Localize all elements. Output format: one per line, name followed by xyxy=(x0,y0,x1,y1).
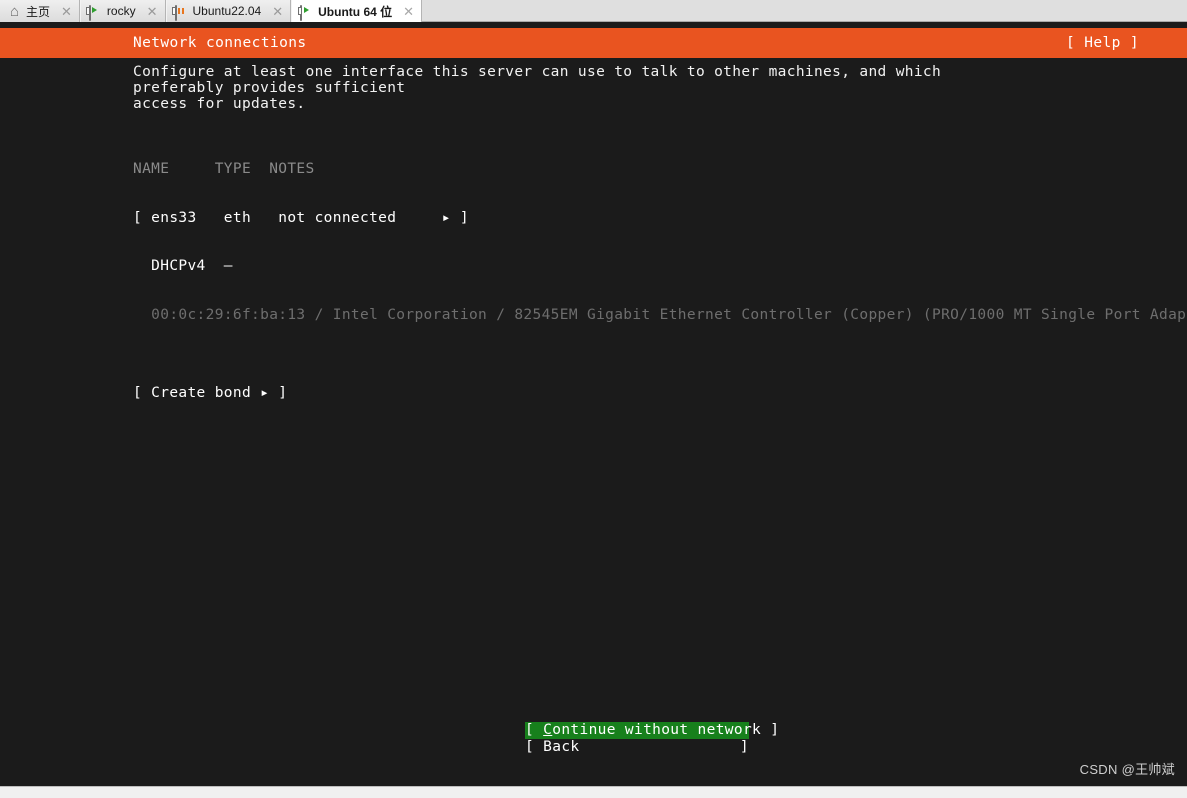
tab-close-icon[interactable]: ✕ xyxy=(403,5,414,18)
home-icon xyxy=(8,5,21,18)
page-title: Network connections xyxy=(133,35,307,51)
tab-close-icon[interactable]: ✕ xyxy=(272,5,283,18)
vm-suspended-icon xyxy=(172,4,188,21)
table-header-row: NAME TYPE NOTES xyxy=(133,161,315,178)
button-label: [ Back xyxy=(525,739,580,755)
button-label: ontinue without network xyxy=(552,722,762,738)
host-status-bar xyxy=(0,786,1187,798)
button-accelerator: C xyxy=(543,722,553,738)
interface-hardware-line: 00:0c:29:6f:ba:13 / Intel Corporation / … xyxy=(133,306,1187,323)
interfaces-table: NAME TYPE NOTES [ ens33 eth not connecte… xyxy=(0,129,1187,356)
tab-label: rocky xyxy=(106,4,136,18)
page-description: Configure at least one interface this se… xyxy=(133,64,942,113)
table-row[interactable]: [ ens33 eth not connected ▸ ] xyxy=(133,210,1187,226)
vm-tab-bar: 主页 ✕ rocky ✕ Ubuntu22.04 ✕ Ubuntu 64 位 ✕ xyxy=(0,0,1187,22)
tab-close-icon[interactable]: ✕ xyxy=(147,5,158,18)
tab-label: 主页 xyxy=(26,4,51,19)
installer-content: Configure at least one interface this se… xyxy=(0,64,1187,402)
action-buttons: [ Continue without network ] [ Back ] xyxy=(525,722,779,756)
tab-close-icon[interactable]: ✕ xyxy=(61,5,72,18)
button-suffix: ] xyxy=(739,739,749,755)
installer-screen: Network connections [ Help ] Configure a… xyxy=(0,22,1187,786)
vm-running-icon xyxy=(297,4,313,21)
tab-label: Ubuntu 64 位 xyxy=(318,4,393,19)
back-button[interactable]: [ Back ] xyxy=(525,739,749,756)
create-bond-button[interactable]: [ Create bond ▸ ] xyxy=(133,385,287,401)
tab-ubuntu-64[interactable]: Ubuntu 64 位 ✕ xyxy=(291,0,423,22)
continue-without-network-button[interactable]: [ Continue without network ] xyxy=(525,722,779,739)
watermark: CSDN @王帅斌 xyxy=(1079,762,1175,777)
vm-running-icon xyxy=(86,4,102,21)
button-suffix: ] xyxy=(761,722,780,738)
tab-rocky[interactable]: rocky ✕ xyxy=(79,0,166,22)
button-prefix: [ xyxy=(525,722,544,738)
interface-dhcp-line: DHCPv4 – xyxy=(133,258,233,275)
installer-header: Network connections [ Help ] xyxy=(0,28,1187,58)
tab-ubuntu2204[interactable]: Ubuntu22.04 ✕ xyxy=(165,0,292,22)
help-button[interactable]: [ Help ] xyxy=(1066,35,1139,51)
tab-home[interactable]: 主页 ✕ xyxy=(0,0,80,22)
tab-label: Ubuntu22.04 xyxy=(192,4,262,18)
